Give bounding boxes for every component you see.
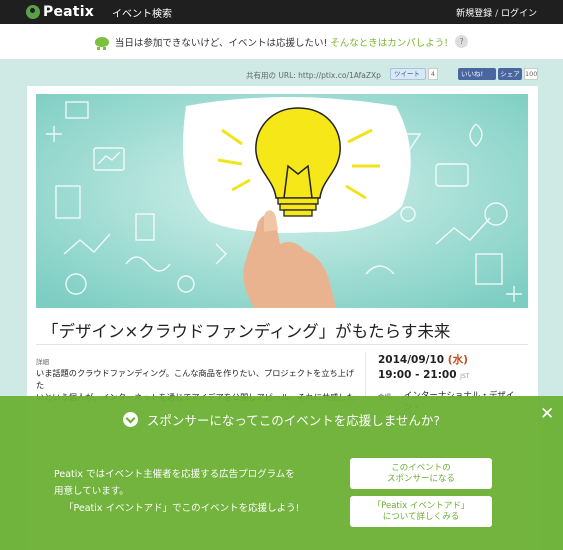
share-bar: 共有用の URL: http://ptix.co/1AfaZXp ツイート 4 … <box>0 66 563 82</box>
event-timezone: JST <box>460 373 470 380</box>
peatix-logo-icon <box>26 5 40 19</box>
event-date: 2014/09/10 (水) <box>378 352 531 367</box>
facebook-like-button[interactable]: いいね! <box>458 68 496 80</box>
tweet-count: 4 <box>428 68 438 80</box>
tweet-button[interactable]: ツイート <box>390 68 426 80</box>
sponsor-heading-row[interactable]: スポンサーになってこのイベントを応援しませんか? <box>0 410 563 429</box>
sponsor-description: Peatix ではイベント主催者を応援する広告プログラムを 用意しています。 「… <box>54 466 334 517</box>
event-date-value: 2014/09/10 <box>378 354 445 366</box>
event-title: 「デザイン×クラウドファンディング」がもたらす未来 <box>42 322 451 341</box>
share-url[interactable]: 共有用の URL: http://ptix.co/1AfaZXp <box>246 70 381 81</box>
event-search-link[interactable]: イベント検索 <box>112 5 172 20</box>
button-label-line: について詳しくみる <box>382 511 460 522</box>
chevron-down-icon[interactable] <box>122 412 138 427</box>
facebook-count: 100 <box>524 68 538 80</box>
sponsor-overlay: ✕ スポンサーになってこのイベントを応援しませんか? Peatix ではイベント… <box>0 396 563 550</box>
donate-link[interactable]: そんなときはカンパしよう! <box>330 35 448 49</box>
button-label-line: 「Peatix イベントアド」 <box>372 500 470 511</box>
event-hero-image <box>36 94 528 308</box>
signup-link[interactable]: 新規登録 <box>456 9 492 19</box>
event-ad-info-button[interactable]: 「Peatix イベントアド」 について詳しくみる <box>350 496 492 527</box>
sponsor-heading: スポンサーになってこのイベントを応援しませんか? <box>146 413 441 428</box>
button-label-line: スポンサーになる <box>386 473 455 484</box>
piggy-bank-icon <box>94 36 109 50</box>
login-link[interactable]: ログイン <box>501 9 537 19</box>
sponsor-text-line: 「Peatix イベントアド」でこのイベントを応援しよう! <box>64 503 300 514</box>
event-day-of-week: (水) <box>447 354 468 366</box>
auth-separator: / <box>495 9 499 19</box>
detail-label: 詳細 <box>36 358 49 366</box>
button-label-line: このイベントの <box>391 462 451 473</box>
top-nav: Peatix イベント検索 新規登録 / ログイン <box>0 0 563 24</box>
event-time: 19:00 - 21:00 JST <box>378 369 531 381</box>
help-icon[interactable]: ? <box>455 35 469 48</box>
brand-name: Peatix <box>43 4 94 20</box>
banner-text: 当日は参加できないけど、イベントは応援したい! <box>114 37 328 49</box>
tweet-label: ツイート <box>394 70 420 78</box>
event-time-value: 19:00 - 21:00 <box>378 369 457 381</box>
sponsor-text-line: Peatix ではイベント主催者を応援する広告プログラムを <box>54 469 295 480</box>
auth-links: 新規登録 / ログイン <box>456 6 537 19</box>
hero-illustration <box>36 94 528 308</box>
become-sponsor-button[interactable]: このイベントの スポンサーになる <box>350 458 492 489</box>
donation-banner: 当日は参加できないけど、イベントは応援したい! そんなときはカンパしよう! ? <box>0 24 563 60</box>
title-divider <box>36 344 528 345</box>
facebook-share-button[interactable]: シェア <box>498 68 522 80</box>
sponsor-text-line: 用意しています。 <box>54 486 129 497</box>
peatix-logo[interactable]: Peatix <box>26 4 94 20</box>
description-line: いま話題のクラウドファンディング。こんな商品を作りたい、プロジェクトを立ち上げた <box>36 368 355 390</box>
